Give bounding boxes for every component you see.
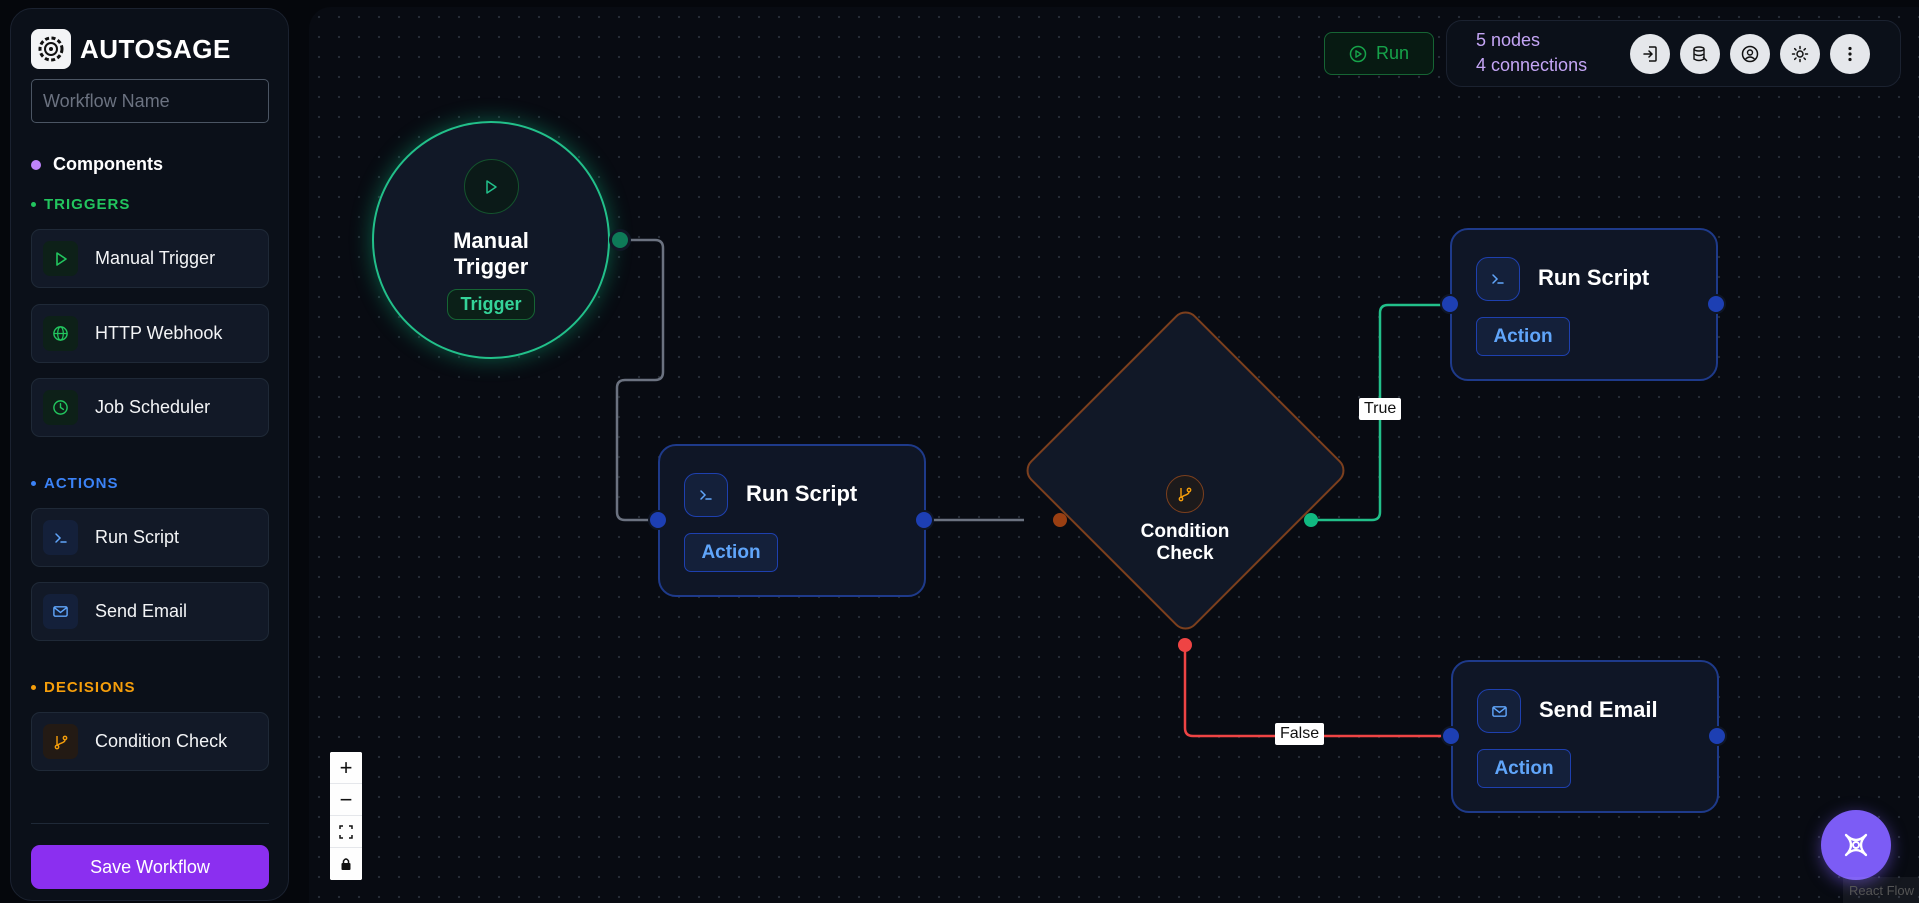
section-actions-label: ACTIONS — [44, 475, 119, 492]
run-button[interactable]: Run — [1324, 32, 1434, 75]
more-vertical-icon — [1848, 46, 1852, 62]
workflow-name-input[interactable] — [31, 79, 269, 123]
component-label: Condition Check — [95, 731, 228, 751]
condition-input-handle[interactable] — [1053, 513, 1067, 527]
section-dot — [31, 685, 36, 690]
mail-icon — [1477, 689, 1521, 733]
condition-true-handle[interactable] — [1304, 513, 1318, 527]
attribution-link[interactable]: React Flow — [1843, 877, 1919, 903]
component-condition-check[interactable]: Condition Check — [31, 712, 269, 771]
node-type-badge: Action — [684, 533, 778, 572]
section-dot — [31, 202, 36, 207]
gear-logo-icon — [38, 36, 64, 62]
trigger-output-handle[interactable] — [609, 229, 631, 251]
play-icon — [463, 159, 519, 214]
assistant-fab-button[interactable] — [1821, 810, 1891, 880]
node-title: Condition Check — [1140, 521, 1230, 564]
node-send-email[interactable]: Send Email Action — [1451, 660, 1719, 813]
git-branch-icon — [43, 724, 78, 759]
database-button[interactable] — [1680, 34, 1720, 74]
sidebar: AUTOSAGE Components TRIGGERS Manual Trig… — [10, 8, 289, 901]
input-handle[interactable] — [1441, 726, 1461, 746]
section-decisions-header: DECISIONS — [31, 679, 136, 696]
node-title: Run Script — [746, 481, 858, 506]
zoom-out-button[interactable]: − — [330, 784, 362, 816]
node-run-script-2[interactable]: Run Script Action — [1450, 228, 1718, 381]
section-triggers-label: TRIGGERS — [44, 196, 131, 213]
database-icon — [1693, 46, 1708, 62]
edge-label-true: True — [1359, 398, 1402, 420]
section-triggers-header: TRIGGERS — [31, 196, 130, 213]
terminal-icon — [684, 473, 728, 517]
zoom-in-button[interactable]: + — [330, 752, 362, 784]
input-handle[interactable] — [648, 510, 668, 530]
brand: AUTOSAGE — [31, 29, 231, 69]
output-handle[interactable] — [1706, 294, 1726, 314]
sun-icon — [1791, 45, 1809, 63]
assistant-icon — [1844, 833, 1868, 857]
globe-icon — [43, 316, 78, 351]
user-circle-icon — [1741, 45, 1759, 63]
connection-count: 4 connections — [1476, 55, 1588, 75]
lock-icon — [341, 858, 351, 870]
components-title: Components — [53, 154, 163, 174]
condition-false-handle[interactable] — [1178, 638, 1192, 652]
app-name: AUTOSAGE — [80, 33, 231, 64]
section-decisions-label: DECISIONS — [44, 679, 136, 696]
component-label: HTTP Webhook — [95, 323, 223, 343]
components-dot — [31, 159, 41, 170]
node-type-badge: Action — [1477, 749, 1571, 788]
clock-icon — [43, 390, 78, 425]
save-workflow-button[interactable]: Save Workflow — [31, 845, 269, 889]
components-header: Components — [31, 154, 163, 175]
logo — [31, 29, 71, 69]
node-title: Run Script — [1538, 265, 1650, 290]
fit-view-button[interactable] — [330, 816, 362, 848]
canvas-controls: + − — [330, 752, 362, 880]
edge-label-false: False — [1275, 723, 1325, 745]
more-options-button[interactable] — [1830, 34, 1870, 74]
node-title: Send Email — [1539, 697, 1658, 722]
import-icon — [1643, 46, 1657, 62]
node-title: Manual Trigger — [453, 228, 529, 279]
component-run-script[interactable]: Run Script — [31, 508, 269, 567]
node-type-badge: Action — [1476, 317, 1570, 356]
terminal-icon — [1476, 257, 1520, 301]
git-branch-icon — [1166, 475, 1204, 513]
component-label: Send Email — [95, 601, 188, 621]
input-handle[interactable] — [1440, 294, 1460, 314]
import-button[interactable] — [1630, 34, 1670, 74]
component-label: Job Scheduler — [95, 397, 211, 417]
component-send-email[interactable]: Send Email — [31, 582, 269, 641]
fit-view-icon — [339, 824, 353, 839]
section-actions-header: ACTIONS — [31, 475, 119, 492]
play-icon — [43, 241, 78, 276]
component-job-scheduler[interactable]: Job Scheduler — [31, 378, 269, 437]
node-type-badge: Trigger — [447, 289, 535, 320]
stats-toolbar: 5 nodes 4 connections — [1446, 20, 1901, 87]
node-count: 5 nodes — [1476, 30, 1541, 50]
section-dot — [31, 481, 36, 486]
component-manual-trigger[interactable]: Manual Trigger — [31, 229, 269, 288]
user-button[interactable] — [1730, 34, 1770, 74]
mail-icon — [43, 594, 78, 629]
node-manual-trigger[interactable]: Manual Trigger Trigger — [372, 121, 610, 359]
theme-toggle-button[interactable] — [1780, 34, 1820, 74]
divider — [31, 823, 269, 824]
lock-button[interactable] — [330, 848, 362, 880]
component-label: Run Script — [95, 527, 180, 547]
output-handle[interactable] — [914, 510, 934, 530]
component-http-webhook[interactable]: HTTP Webhook — [31, 304, 269, 363]
terminal-icon — [43, 520, 78, 555]
output-handle[interactable] — [1707, 726, 1727, 746]
component-label: Manual Trigger — [95, 248, 216, 268]
run-label: Run — [1375, 43, 1410, 63]
play-circle-icon — [1349, 45, 1367, 62]
condition-content: Condition Check — [1115, 475, 1255, 565]
node-run-script[interactable]: Run Script Action — [658, 444, 926, 597]
